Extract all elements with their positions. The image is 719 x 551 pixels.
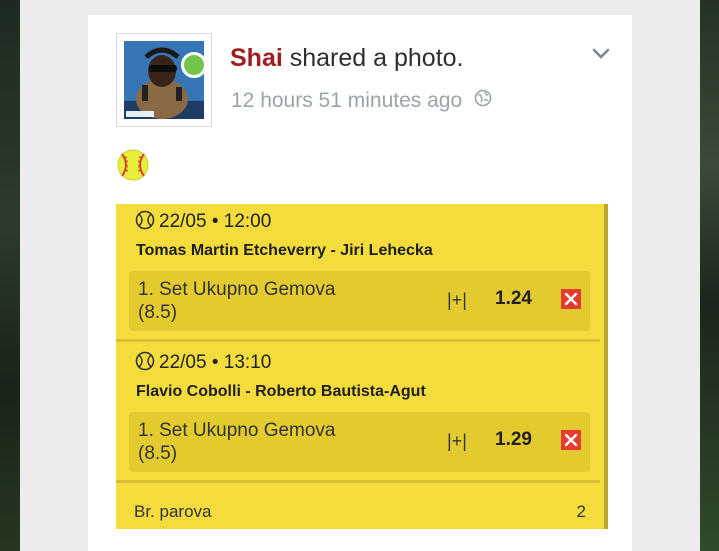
bet-pick: |+| [447, 431, 467, 451]
bet-market-label: 1. Set Ukupno Gemova (8.5) [138, 419, 336, 465]
post-action-text: shared a photo. [289, 44, 464, 72]
avatar[interactable] [116, 33, 212, 127]
tennis-ball-icon [135, 210, 155, 236]
summary-divider [116, 480, 600, 483]
match-date: 22/05 [159, 211, 207, 232]
chevron-down-icon[interactable] [591, 46, 611, 67]
bet-market: 1. Set Ukupno Gemova [138, 279, 336, 300]
datetime-separator: • [206, 211, 224, 232]
bet-odds: 1.29 [495, 429, 532, 450]
post-timestamp[interactable]: 12 hours 51 minutes ago [231, 89, 462, 112]
match-players: Tomas Martin Etcheverry - Jiri Lehecka [136, 242, 433, 259]
softball-emoji-icon [116, 148, 150, 187]
tennis-ball-icon [135, 351, 155, 377]
pairs-count-label: Br. parova [134, 502, 212, 521]
match-date: 22/05 [159, 352, 207, 373]
bet-market: 1. Set Ukupno Gemova [138, 420, 336, 441]
background-right [700, 0, 719, 551]
match-divider [116, 339, 600, 342]
bet-pick: |+| [447, 290, 467, 310]
datetime-separator: • [206, 352, 224, 373]
match-datetime: 22/05 • 13:10 [135, 351, 271, 377]
bet-odds: 1.24 [495, 288, 532, 309]
avatar-image [124, 41, 204, 119]
lost-status-icon [561, 289, 581, 309]
match-players: Flavio Cobolli - Roberto Bautista-Agut [136, 383, 426, 400]
bet-ticket: 22/05 • 12:00 Tomas Martin Etcheverry - … [116, 204, 608, 529]
online-status-indicator [181, 52, 204, 78]
bet-line: (8.5) [138, 302, 178, 323]
match-datetime: 22/05 • 12:00 [135, 210, 271, 236]
bet-selection: 1. Set Ukupno Gemova (8.5) |+| 1.24 [129, 271, 590, 331]
lost-status-icon [561, 430, 581, 450]
match-time: 13:10 [223, 352, 272, 373]
bet-line: (8.5) [138, 443, 178, 464]
post-timestamp-row: 12 hours 51 minutes ago [231, 89, 492, 113]
match-time: 12:00 [223, 211, 272, 232]
background-left [0, 0, 20, 551]
globe-icon [474, 89, 492, 113]
bet-market-label: 1. Set Ukupno Gemova (8.5) [138, 278, 336, 324]
post-header: Shai shared a photo. [230, 44, 464, 73]
author-name-link[interactable]: Shai [230, 44, 283, 72]
bet-selection: 1. Set Ukupno Gemova (8.5) |+| 1.29 [129, 412, 590, 472]
pairs-count-value: 2 [576, 502, 586, 521]
